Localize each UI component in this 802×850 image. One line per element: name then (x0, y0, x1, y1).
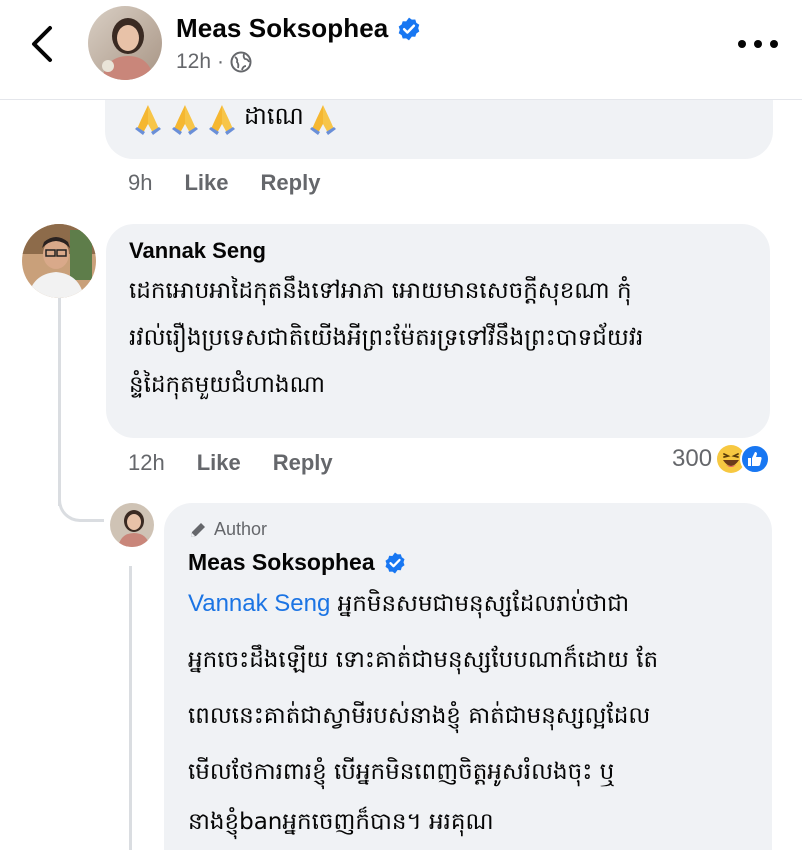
reaction-count[interactable]: 300 (672, 445, 712, 473)
thread-connector-curve (58, 486, 104, 522)
like-button[interactable]: Like (197, 450, 241, 476)
more-options-dot (738, 40, 746, 48)
thread-connector-line (58, 296, 61, 506)
mention-link[interactable]: Vannak Seng (188, 590, 330, 617)
globe-icon (230, 51, 252, 73)
reply-author[interactable]: Meas Soksophea (188, 549, 407, 576)
praying-hands-icon (172, 104, 198, 135)
author-badge-label: Author (214, 519, 268, 539)
praying-hands-icon (309, 104, 336, 135)
comment-line-1: ដេកអោបអាដៃកុតនឹងទៅអាភា អោយមានសេចក្ដីសុខណ… (129, 278, 632, 304)
comment-time[interactable]: 12h (128, 450, 165, 476)
author-badge: Author (188, 519, 267, 540)
commenter-avatar[interactable] (22, 224, 96, 298)
reply-button[interactable]: Reply (261, 170, 321, 196)
meta-separator: · (217, 50, 225, 73)
reply-button[interactable]: Reply (273, 450, 333, 476)
comment-bubble: Vannak Seng ដេកអោបអាដៃកុតនឹងទៅអាភា អោយមា… (106, 224, 770, 438)
reply-line-4: មើលថែការពារខ្ញុំ បើអ្នកមិនពេញចិត្តអូសរំល… (188, 759, 615, 785)
like-button[interactable]: Like (184, 170, 228, 196)
chevron-left-icon (32, 26, 52, 62)
more-options-button[interactable] (738, 34, 778, 54)
verified-badge-icon (385, 552, 405, 573)
reply-line-1-text: អ្នកមិនសមជាមនុស្សដែលរាប់ថាជា (330, 591, 630, 617)
more-options-dot (754, 40, 762, 48)
author-avatar[interactable] (88, 6, 162, 80)
praying-hands-icon (209, 104, 235, 135)
previous-comment-word: ដាណេ (244, 102, 304, 130)
reaction-summary[interactable]: 300 (672, 444, 771, 474)
reply-line-5: នាងខ្ញុំbanអ្នកចេញក៏បាន។ អរគុណ (188, 809, 494, 835)
comment-actions: 12h Like Reply (128, 450, 333, 476)
previous-comment-actions: 9h Like Reply (128, 170, 320, 196)
reply-line-2: អ្នកចេះដឹងឡើយ ទោះគាត់ជាមនុស្សបែបណាក៏ដោយ … (188, 647, 659, 673)
verified-badge-icon (399, 17, 420, 40)
comment-line-2: រវល់រឿងប្រទេសជាតិយើងអីព្រះម៉ែតរទ្រទៅវីនឹ… (129, 325, 644, 351)
reply-line-3: ពេលនេះគាត់ជាស្វាមីរបស់នាងខ្ញុំ គាត់ជាមនុ… (188, 703, 651, 729)
post-meta: 12h · (176, 50, 252, 74)
post-time[interactable]: 12h (176, 50, 211, 74)
post-header: Meas Soksophea 12h · (0, 0, 802, 100)
author-name[interactable]: Meas Soksophea (176, 13, 422, 44)
previous-comment-text: ដាណេ (131, 101, 343, 136)
reply-bubble: Author Meas Soksophea Vannak Seng អ្នកមិ… (164, 503, 772, 850)
more-options-dot (770, 40, 778, 48)
pen-icon (191, 522, 205, 537)
reply-author-name[interactable]: Meas Soksophea (188, 549, 375, 576)
reply-thread-line (129, 566, 132, 850)
comment-line-3: ន្ទំដៃកុតមួយជំហាងណា (129, 372, 325, 398)
back-button[interactable] (24, 22, 64, 66)
reply-author-avatar[interactable] (110, 503, 154, 547)
previous-comment-time[interactable]: 9h (128, 170, 152, 196)
commenter-name[interactable]: Vannak Seng (129, 238, 266, 264)
like-icon (740, 444, 771, 474)
praying-hands-icon (135, 104, 161, 135)
author-name-text[interactable]: Meas Soksophea (176, 13, 388, 44)
reply-line-1: Vannak Seng អ្នកមិនសមជាមនុស្សដែលរាប់ថាជា (188, 581, 629, 627)
